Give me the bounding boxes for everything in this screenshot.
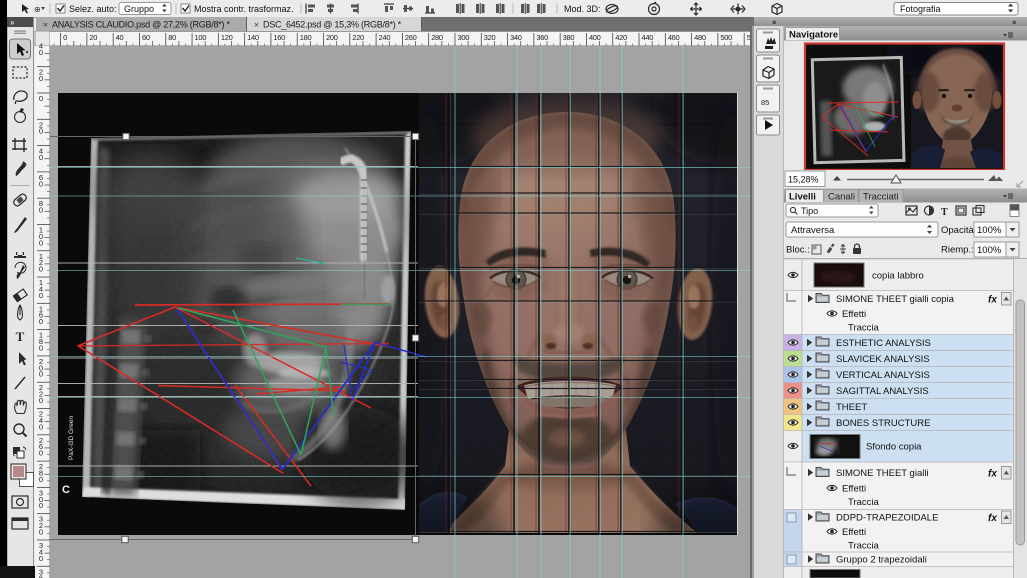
svg-text:Effetti: Effetti bbox=[842, 309, 866, 320]
svg-text:0: 0 bbox=[39, 449, 43, 458]
svg-text:Fotografia: Fotografia bbox=[900, 4, 941, 14]
svg-text:260: 260 bbox=[405, 33, 417, 42]
svg-text:Mod. 3D:: Mod. 3D: bbox=[564, 4, 601, 14]
svg-text:100: 100 bbox=[195, 33, 207, 42]
svg-text:fx: fx bbox=[988, 513, 997, 524]
svg-text:PaX-i3D Green: PaX-i3D Green bbox=[68, 416, 75, 460]
svg-text:fx: fx bbox=[988, 295, 997, 306]
svg-text:THEET: THEET bbox=[836, 402, 867, 413]
svg-text:0: 0 bbox=[39, 475, 43, 484]
svg-text:0: 0 bbox=[39, 527, 43, 536]
svg-text:80: 80 bbox=[168, 33, 176, 42]
svg-text:0: 0 bbox=[39, 153, 43, 162]
svg-text:140: 140 bbox=[247, 33, 259, 42]
svg-text:SAGITTAL ANALYSIS: SAGITTAL ANALYSIS bbox=[836, 386, 929, 397]
svg-text:»: » bbox=[10, 18, 15, 27]
svg-text:×: × bbox=[43, 20, 48, 30]
svg-text:480: 480 bbox=[694, 33, 706, 42]
svg-text:Riemp.:: Riemp.: bbox=[941, 245, 974, 256]
svg-text:100%: 100% bbox=[977, 225, 1002, 236]
svg-text:420: 420 bbox=[615, 33, 627, 42]
svg-text:500: 500 bbox=[720, 33, 732, 42]
svg-text:60: 60 bbox=[142, 33, 150, 42]
svg-text:Tracciati: Tracciati bbox=[863, 192, 899, 203]
svg-text:160: 160 bbox=[273, 33, 285, 42]
svg-text:0: 0 bbox=[39, 265, 43, 274]
svg-text:180: 180 bbox=[300, 33, 312, 42]
svg-text:0: 0 bbox=[39, 74, 43, 83]
svg-text:Traccia: Traccia bbox=[848, 497, 880, 508]
svg-text:Canali: Canali bbox=[828, 192, 855, 203]
svg-text:100%: 100% bbox=[977, 245, 1002, 256]
svg-text:Attraversa: Attraversa bbox=[791, 225, 835, 236]
svg-text:20: 20 bbox=[89, 33, 97, 42]
svg-text:0: 0 bbox=[39, 554, 43, 563]
svg-text:Tipo: Tipo bbox=[801, 206, 818, 216]
svg-text:120: 120 bbox=[221, 33, 233, 42]
svg-text:C: C bbox=[62, 484, 70, 496]
svg-text:85: 85 bbox=[761, 98, 769, 107]
svg-text:6: 6 bbox=[39, 574, 43, 578]
svg-text:×: × bbox=[254, 20, 259, 30]
svg-text:fx: fx bbox=[988, 469, 997, 480]
svg-text:Mostra contr. trasformaz.: Mostra contr. trasformaz. bbox=[194, 4, 294, 14]
svg-text:240: 240 bbox=[379, 33, 391, 42]
svg-text:ANALYSIS CLAUDIO.psd @ 27,2% (: ANALYSIS CLAUDIO.psd @ 27,2% (RGB/8*) * bbox=[52, 20, 231, 30]
svg-text:Livelli: Livelli bbox=[789, 192, 816, 203]
svg-text:0: 0 bbox=[39, 48, 43, 57]
svg-text:VERTICAL ANALYSIS: VERTICAL ANALYSIS bbox=[836, 370, 930, 381]
svg-text:0: 0 bbox=[39, 291, 43, 300]
svg-text:0: 0 bbox=[39, 206, 43, 215]
svg-text:40: 40 bbox=[116, 33, 124, 42]
svg-text:220: 220 bbox=[352, 33, 364, 42]
svg-text:0: 0 bbox=[39, 179, 43, 188]
svg-text:»: » bbox=[1012, 18, 1017, 27]
svg-text:0: 0 bbox=[39, 127, 43, 136]
svg-text:copia labbro: copia labbro bbox=[872, 271, 924, 282]
svg-text:360: 360 bbox=[536, 33, 548, 42]
svg-text:320: 320 bbox=[484, 33, 496, 42]
svg-text:Gruppo: Gruppo bbox=[124, 4, 154, 14]
svg-text:Opacità:: Opacità: bbox=[941, 225, 976, 236]
svg-text:Traccia: Traccia bbox=[848, 541, 880, 552]
svg-text:⊕: ⊕ bbox=[34, 5, 41, 14]
svg-text:DSC_6452.psd @ 15,3% (RGB/8*): DSC_6452.psd @ 15,3% (RGB/8*) * bbox=[263, 20, 402, 30]
svg-text:0: 0 bbox=[63, 33, 67, 42]
svg-text:440: 440 bbox=[642, 33, 654, 42]
svg-text:400: 400 bbox=[589, 33, 601, 42]
svg-text:Gruppo 2 trapezoidali: Gruppo 2 trapezoidali bbox=[836, 555, 927, 566]
svg-text:Navigatore: Navigatore bbox=[789, 30, 838, 41]
svg-text:340: 340 bbox=[510, 33, 522, 42]
svg-text:460: 460 bbox=[668, 33, 680, 42]
svg-text:Effetti: Effetti bbox=[842, 527, 866, 538]
svg-text:Traccia: Traccia bbox=[848, 323, 880, 334]
svg-text:0: 0 bbox=[39, 94, 43, 103]
svg-text:200: 200 bbox=[326, 33, 338, 42]
svg-text:380: 380 bbox=[563, 33, 575, 42]
svg-text:BONES STRUCTURE: BONES STRUCTURE bbox=[836, 418, 930, 429]
svg-text:0: 0 bbox=[39, 238, 43, 247]
svg-text:0: 0 bbox=[39, 317, 43, 326]
svg-text:Selez. auto:: Selez. auto: bbox=[69, 4, 117, 14]
svg-text:0: 0 bbox=[39, 501, 43, 510]
svg-text:SIMONE THEET gialli: SIMONE THEET gialli bbox=[836, 468, 929, 479]
svg-text:Bloc.:: Bloc.: bbox=[786, 245, 810, 256]
svg-text:ESTHETIC ANALYSIS: ESTHETIC ANALYSIS bbox=[836, 338, 931, 349]
svg-text:15,28%: 15,28% bbox=[788, 175, 819, 185]
svg-text:Sfondo copia: Sfondo copia bbox=[866, 442, 922, 453]
svg-text:300: 300 bbox=[457, 33, 469, 42]
svg-text:0: 0 bbox=[39, 343, 43, 352]
svg-text:T: T bbox=[941, 207, 948, 218]
svg-text:SLAVICEK ANALYSIS: SLAVICEK ANALYSIS bbox=[836, 354, 930, 365]
svg-text:DDPD-TRAPEZOIDALE: DDPD-TRAPEZOIDALE bbox=[836, 513, 938, 524]
svg-text:SIMONE THEET gialli copia: SIMONE THEET gialli copia bbox=[836, 294, 955, 305]
svg-text:«: « bbox=[772, 18, 777, 27]
svg-text:0: 0 bbox=[39, 370, 43, 379]
svg-text:Effetti: Effetti bbox=[842, 484, 866, 495]
svg-text:0: 0 bbox=[39, 422, 43, 431]
svg-text:0: 0 bbox=[39, 396, 43, 405]
svg-text:T: T bbox=[16, 329, 25, 344]
svg-text:280: 280 bbox=[431, 33, 443, 42]
